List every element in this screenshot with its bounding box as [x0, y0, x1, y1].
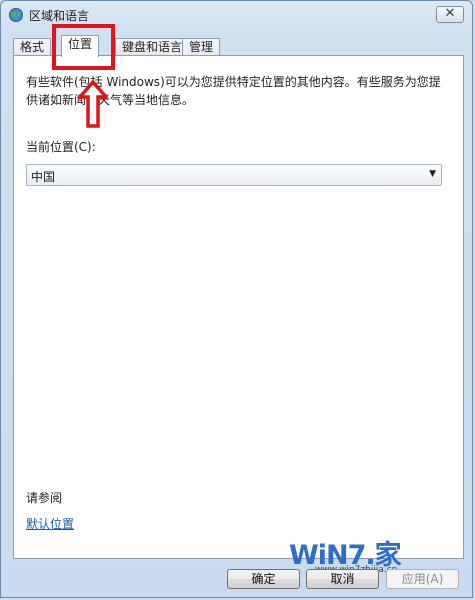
chevron-down-icon: ▼ [429, 169, 436, 179]
window-title: 区域和语言 [29, 9, 90, 23]
cancel-button[interactable]: 取消 [306, 569, 379, 589]
tab-formats[interactable]: 格式 [13, 38, 52, 56]
close-button[interactable]: ✕ [436, 6, 464, 23]
current-location-select[interactable]: 中国 ▼ [26, 164, 442, 186]
default-location-link[interactable]: 默认位置 [26, 515, 74, 532]
current-location-label: 当前位置(C): [26, 140, 96, 154]
tab-administrative[interactable]: 管理 [182, 38, 221, 56]
globe-icon [9, 8, 23, 22]
dialog-window: 区域和语言 ✕ 格式 位置 键盘和语言 管理 有些软件(包括 Windows)可… [0, 0, 473, 598]
tab-location[interactable]: 位置 [61, 35, 100, 57]
location-panel: 有些软件(包括 Windows)可以为您提供特定位置的其他内容。有些服务为您提供… [13, 55, 464, 559]
up-arrow-icon [78, 80, 108, 128]
apply-button[interactable]: 应用(A) [386, 569, 459, 589]
see-also-heading: 请参阅 [26, 491, 63, 505]
tab-keyboards-languages[interactable]: 键盘和语言 [115, 38, 190, 56]
ok-button[interactable]: 确定 [227, 569, 300, 589]
current-location-value: 中国 [31, 170, 56, 184]
